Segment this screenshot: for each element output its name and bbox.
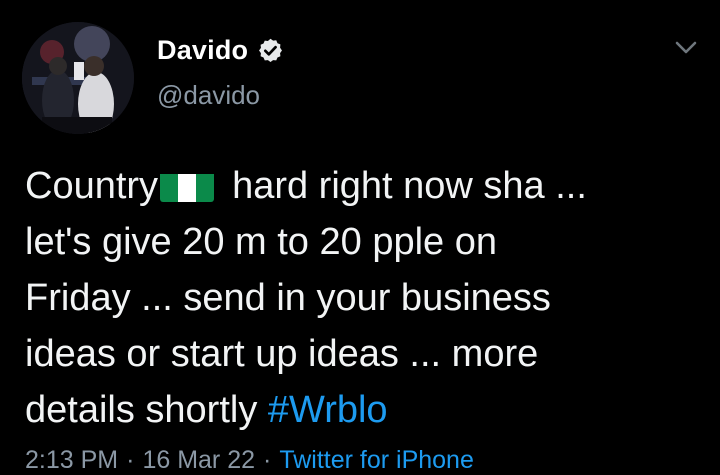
- hashtag-link[interactable]: #Wrblo: [268, 389, 388, 431]
- tweet-time[interactable]: 2:13 PM: [25, 446, 118, 474]
- nigeria-flag-icon: [160, 168, 215, 202]
- text-line1-start: Country: [25, 165, 159, 207]
- tweet-text: Country hard right now sha ... let's give…: [25, 158, 705, 438]
- tweet-source-link[interactable]: Twitter for iPhone: [279, 446, 474, 474]
- verified-badge-icon: [257, 37, 284, 64]
- display-name[interactable]: Davido: [157, 35, 248, 66]
- meta-separator-2: ·: [263, 446, 272, 474]
- tweet-date[interactable]: 16 Mar 22: [142, 446, 255, 474]
- handle[interactable]: @davido: [157, 80, 284, 111]
- avatar-image: [22, 22, 134, 134]
- text-line5: details shortly: [25, 389, 268, 431]
- tweet-header: Davido @davido: [157, 32, 284, 111]
- text-line4: ideas or start up ideas ... more: [25, 333, 539, 375]
- avatar[interactable]: [22, 22, 134, 134]
- chevron-down-icon[interactable]: [672, 36, 700, 60]
- tweet-meta: 2:13 PM · 16 Mar 22 · Twitter for iPhone: [25, 446, 474, 475]
- name-row: Davido: [157, 32, 284, 68]
- text-line1-end: hard right now sha ...: [232, 165, 587, 207]
- text-line3: Friday ... send in your business: [25, 277, 551, 319]
- tweet-card: Davido @davido Country hard right now sha…: [0, 0, 720, 475]
- meta-separator: ·: [126, 446, 135, 474]
- text-line2: let's give 20 m to 20 pple on: [25, 221, 497, 263]
